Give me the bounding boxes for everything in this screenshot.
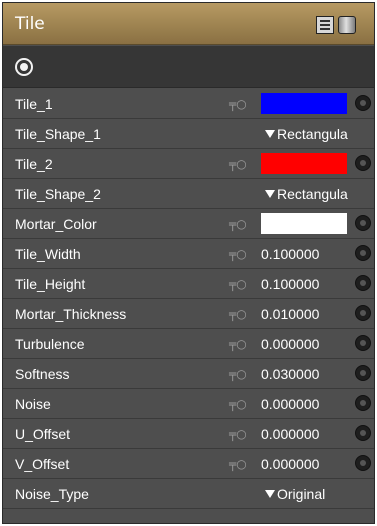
numeric-value-field[interactable]: 0.100000 — [261, 246, 319, 262]
property-row: Noise_Type Original — [3, 479, 374, 509]
dropdown-arrow-icon — [265, 190, 275, 198]
key-icon[interactable]: ╤○ — [229, 247, 247, 261]
numeric-value-field[interactable]: 0.030000 — [261, 366, 319, 382]
numeric-value-field[interactable]: 0.000000 — [261, 396, 319, 412]
property-list: Tile_1 ╤○ Tile_Shape_1 Rectangula Tile_2 ╤○ Ti… — [3, 89, 374, 509]
numeric-value-field[interactable]: 0.000000 — [261, 456, 319, 472]
connector-icon[interactable] — [355, 365, 371, 381]
target-icon[interactable] — [15, 58, 33, 76]
property-row: Noise ╤○ 0.000000 — [3, 389, 374, 419]
dropdown-value: Rectangula — [277, 126, 348, 142]
property-row: Mortar_Thickness ╤○ 0.010000 — [3, 299, 374, 329]
key-icon[interactable]: ╤○ — [229, 217, 247, 231]
property-label: Tile_Height — [15, 276, 86, 292]
key-icon[interactable]: ╤○ — [229, 307, 247, 321]
property-row: Tile_Width ╤○ 0.100000 — [3, 239, 374, 269]
connector-icon[interactable] — [355, 305, 371, 321]
panel-titlebar[interactable]: Tile — [3, 3, 374, 45]
dropdown-value: Original — [277, 486, 326, 502]
property-row: Turbulence ╤○ 0.000000 — [3, 329, 374, 359]
color-swatch[interactable] — [261, 93, 347, 114]
dropdown-select[interactable]: Original — [265, 486, 325, 502]
property-row: Tile_1 ╤○ — [3, 89, 374, 119]
property-label: V_Offset — [15, 456, 70, 472]
property-row: Tile_Shape_1 Rectangula — [3, 119, 374, 149]
tile-node-panel: Tile Tile_1 ╤○ Tile_Shape_1 Rectangula Tile_… — [2, 2, 375, 524]
connector-icon[interactable] — [355, 95, 371, 111]
property-label: Tile_2 — [15, 156, 53, 172]
property-row: V_Offset ╤○ 0.000000 — [3, 449, 374, 479]
numeric-value-field[interactable]: 0.000000 — [261, 426, 319, 442]
property-label: Mortar_Color — [15, 216, 97, 232]
document-list-icon[interactable] — [316, 16, 334, 34]
dropdown-select[interactable]: Rectangula — [265, 126, 348, 142]
numeric-value-field[interactable]: 0.010000 — [261, 306, 319, 322]
property-row: Tile_2 ╤○ — [3, 149, 374, 179]
property-label: U_Offset — [15, 426, 70, 442]
property-label: Turbulence — [15, 336, 85, 352]
dropdown-arrow-icon — [265, 490, 275, 498]
numeric-value-field[interactable]: 0.000000 — [261, 336, 319, 352]
color-swatch[interactable] — [261, 153, 347, 174]
connector-icon[interactable] — [355, 275, 371, 291]
connector-icon[interactable] — [355, 215, 371, 231]
connector-icon[interactable] — [355, 425, 371, 441]
dropdown-value: Rectangula — [277, 186, 348, 202]
cylinder-icon[interactable] — [338, 16, 356, 34]
dropdown-arrow-icon — [265, 130, 275, 138]
dropdown-select[interactable]: Rectangula — [265, 186, 348, 202]
property-label: Noise_Type — [15, 486, 89, 502]
property-row: Tile_Height ╤○ 0.100000 — [3, 269, 374, 299]
key-icon[interactable]: ╤○ — [229, 337, 247, 351]
property-row: Tile_Shape_2 Rectangula — [3, 179, 374, 209]
property-label: Tile_Width — [15, 246, 81, 262]
key-icon[interactable]: ╤○ — [229, 277, 247, 291]
property-row: Mortar_Color ╤○ — [3, 209, 374, 239]
key-icon[interactable]: ╤○ — [229, 157, 247, 171]
property-label: Softness — [15, 366, 70, 382]
key-icon[interactable]: ╤○ — [229, 427, 247, 441]
property-label: Tile_Shape_1 — [15, 126, 101, 142]
key-icon[interactable]: ╤○ — [229, 457, 247, 471]
property-row: Softness ╤○ 0.030000 — [3, 359, 374, 389]
color-swatch[interactable] — [261, 213, 347, 234]
property-label: Tile_1 — [15, 96, 53, 112]
property-label: Noise — [15, 396, 51, 412]
connector-icon[interactable] — [355, 335, 371, 351]
connector-icon[interactable] — [355, 395, 371, 411]
numeric-value-field[interactable]: 0.100000 — [261, 276, 319, 292]
property-label: Mortar_Thickness — [15, 306, 127, 322]
output-row — [3, 46, 374, 88]
connector-icon[interactable] — [355, 155, 371, 171]
panel-title: Tile — [15, 14, 45, 34]
property-row: U_Offset ╤○ 0.000000 — [3, 419, 374, 449]
key-icon[interactable]: ╤○ — [229, 397, 247, 411]
connector-icon[interactable] — [355, 455, 371, 471]
connector-icon[interactable] — [355, 245, 371, 261]
property-label: Tile_Shape_2 — [15, 186, 101, 202]
key-icon[interactable]: ╤○ — [229, 367, 247, 381]
key-icon[interactable]: ╤○ — [229, 97, 247, 111]
